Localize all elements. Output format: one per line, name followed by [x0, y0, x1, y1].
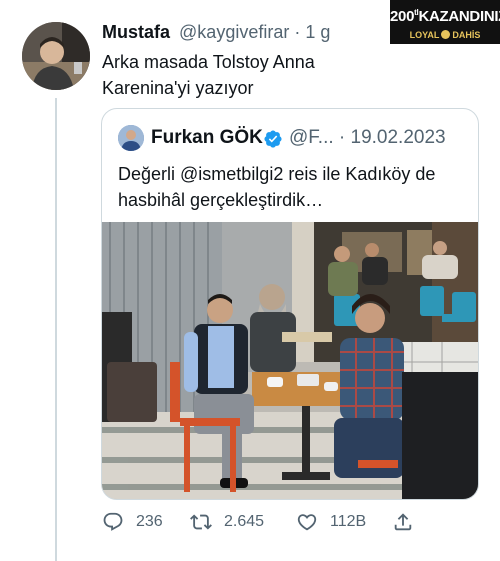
header-separator: ·: [294, 22, 301, 42]
quoted-author-name[interactable]: Furkan GÖK: [151, 127, 263, 149]
quoted-author-avatar[interactable]: [118, 125, 144, 151]
quoted-avatar-photo: [118, 125, 144, 151]
promo-brand-right: DAHİS: [452, 30, 481, 40]
quoted-tweet[interactable]: Furkan GÖK @F... · 19.02.2023 Değerli @i…: [101, 108, 479, 500]
tweet-header: Mustafa @kaygivefirar · 1 g: [102, 22, 330, 43]
like-icon: [297, 514, 317, 531]
promo-brand-left: LOYAL: [409, 30, 440, 40]
author-avatar-photo: [22, 22, 90, 90]
retweet-count: 2.645: [224, 513, 265, 530]
tweet-action-bar: 236 2.645 112B: [102, 510, 432, 534]
promo-badge: 200tlKAZANDINIZ LOYAL DAHİS: [390, 0, 500, 44]
promo-headline: 200: [390, 8, 415, 25]
thread-line: [55, 98, 57, 561]
author-avatar[interactable]: [22, 22, 90, 90]
quoted-author-handle[interactable]: @F...: [289, 127, 334, 148]
share-button[interactable]: [392, 510, 414, 534]
like-count: 112B: [330, 513, 367, 530]
promo-coin-icon: [441, 30, 451, 39]
author-handle[interactable]: @kaygivefirar: [179, 22, 289, 42]
reply-icon: [103, 512, 123, 531]
reply-count: 236: [136, 513, 163, 530]
promo-headline-tail: KAZANDINIZ: [418, 8, 500, 25]
share-icon: [394, 513, 412, 531]
quoted-tweet-text: Değerli @ismetbilgi2 reis ile Kadıköy de…: [118, 164, 436, 210]
like-button[interactable]: 112B: [296, 510, 366, 534]
retweet-icon: [190, 514, 212, 530]
tweet-time[interactable]: 1 g: [305, 22, 330, 42]
quoted-tweet-photo[interactable]: [102, 222, 478, 499]
tweet-text: Arka masada Tolstoy Anna Karenina'yi yaz…: [102, 52, 315, 98]
quoted-separator: ·: [338, 127, 346, 148]
verified-badge-icon: [264, 130, 282, 148]
author-name[interactable]: Mustafa: [102, 22, 170, 42]
quoted-date[interactable]: 19.02.2023: [351, 127, 446, 148]
quoted-meta: @F... · 19.02.2023: [289, 127, 446, 149]
reply-button[interactable]: 236: [102, 510, 163, 534]
retweet-button[interactable]: 2.645: [190, 510, 264, 534]
